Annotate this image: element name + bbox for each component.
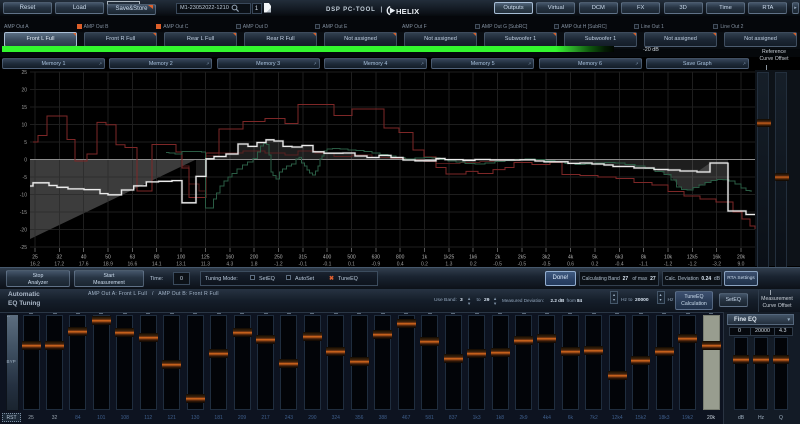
svg-text:17.2: 17.2	[54, 262, 64, 267]
svg-text:1k6: 1k6	[469, 255, 477, 261]
svg-text:200: 200	[250, 255, 259, 261]
svg-text:50: 50	[105, 255, 111, 261]
svg-text:HELIX: HELIX	[396, 7, 419, 16]
svg-text:0: 0	[24, 157, 27, 163]
svg-text:250: 250	[274, 255, 283, 261]
svg-text:-10: -10	[20, 192, 27, 198]
svg-text:-1.2: -1.2	[274, 262, 283, 267]
svg-text:5: 5	[24, 140, 27, 146]
svg-text:17.6: 17.6	[79, 262, 89, 267]
svg-text:0.6: 0.6	[567, 262, 574, 267]
svg-text:25: 25	[32, 255, 38, 261]
svg-text:1.8: 1.8	[251, 262, 258, 267]
svg-text:0.2: 0.2	[591, 262, 598, 267]
svg-text:1k25: 1k25	[443, 255, 454, 261]
svg-text:-20: -20	[20, 227, 27, 233]
svg-text:-5: -5	[23, 175, 28, 181]
svg-text:1k: 1k	[422, 255, 428, 261]
svg-text:-0.5: -0.5	[493, 262, 502, 267]
svg-text:0.2: 0.2	[421, 262, 428, 267]
svg-text:-3.2: -3.2	[712, 262, 721, 267]
svg-text:25: 25	[21, 70, 27, 76]
svg-text:6k3: 6k3	[615, 255, 623, 261]
svg-text:500: 500	[347, 255, 356, 261]
svg-text:-1.2: -1.2	[688, 262, 697, 267]
svg-text:4.3: 4.3	[226, 262, 233, 267]
svg-text:5k: 5k	[592, 255, 598, 261]
svg-text:0.1: 0.1	[348, 262, 355, 267]
svg-text:-0.9: -0.9	[371, 262, 380, 267]
svg-text:-0.5: -0.5	[518, 262, 527, 267]
svg-text:-1.2: -1.2	[664, 262, 673, 267]
svg-text:40: 40	[81, 255, 87, 261]
svg-text:10k: 10k	[664, 255, 673, 261]
svg-text:18.9: 18.9	[103, 262, 113, 267]
svg-text:-0.1: -0.1	[298, 262, 307, 267]
svg-text:20: 20	[21, 87, 27, 93]
svg-text:14.1: 14.1	[152, 262, 162, 267]
svg-text:15: 15	[21, 105, 27, 111]
svg-text:400: 400	[323, 255, 332, 261]
svg-text:0.4: 0.4	[397, 262, 404, 267]
svg-text:20k: 20k	[737, 255, 746, 261]
svg-text:630: 630	[372, 255, 381, 261]
svg-text:9.0: 9.0	[738, 262, 745, 267]
svg-text:-15: -15	[20, 210, 27, 216]
svg-text:-0.5: -0.5	[542, 262, 551, 267]
svg-text:125: 125	[201, 255, 210, 261]
svg-text:2k: 2k	[495, 255, 501, 261]
svg-text:16.2: 16.2	[30, 262, 40, 267]
svg-text:-1.1: -1.1	[639, 262, 648, 267]
svg-text:12k5: 12k5	[687, 255, 698, 261]
svg-text:8k: 8k	[641, 255, 647, 261]
svg-text:800: 800	[396, 255, 405, 261]
svg-text:3k2: 3k2	[542, 255, 550, 261]
svg-text:315: 315	[299, 255, 308, 261]
svg-text:2k5: 2k5	[518, 255, 526, 261]
svg-text:1.3: 1.3	[445, 262, 452, 267]
svg-text:16.6: 16.6	[128, 262, 138, 267]
svg-text:13.1: 13.1	[176, 262, 186, 267]
svg-text:0.2: 0.2	[470, 262, 477, 267]
svg-text:16k: 16k	[713, 255, 722, 261]
svg-text:-0.4: -0.4	[615, 262, 624, 267]
svg-text:32: 32	[57, 255, 63, 261]
svg-text:-0.1: -0.1	[323, 262, 332, 267]
svg-text:63: 63	[130, 255, 136, 261]
svg-text:4k: 4k	[568, 255, 574, 261]
svg-text:80: 80	[154, 255, 160, 261]
svg-text:160: 160	[226, 255, 235, 261]
svg-text:-25: -25	[20, 245, 27, 251]
svg-text:11.3: 11.3	[201, 262, 211, 267]
svg-text:100: 100	[177, 255, 186, 261]
svg-text:10: 10	[21, 122, 27, 128]
